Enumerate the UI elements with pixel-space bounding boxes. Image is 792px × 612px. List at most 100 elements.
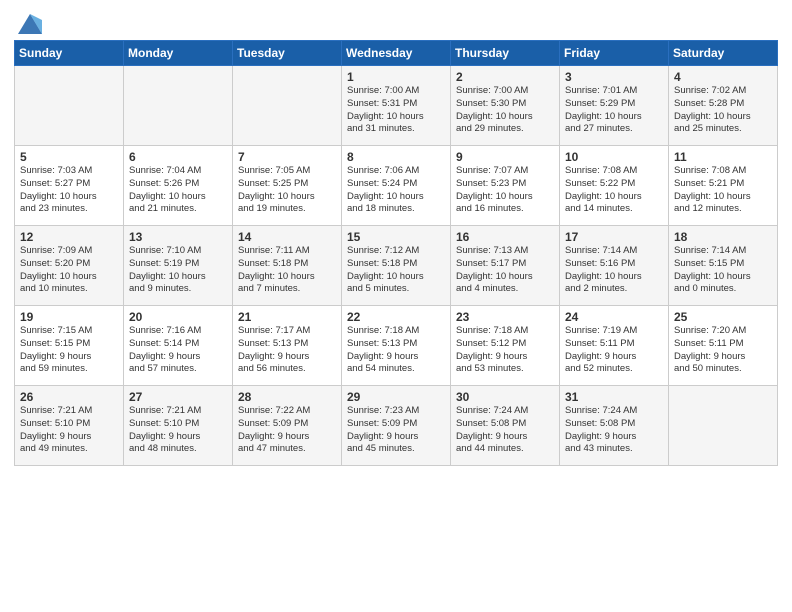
day-info: Sunrise: 7:13 AM Sunset: 5:17 PM Dayligh…	[456, 245, 554, 296]
calendar-cell: 12Sunrise: 7:09 AM Sunset: 5:20 PM Dayli…	[15, 226, 124, 306]
day-number: 12	[20, 230, 118, 244]
day-info: Sunrise: 7:20 AM Sunset: 5:11 PM Dayligh…	[674, 325, 772, 376]
calendar-cell: 28Sunrise: 7:22 AM Sunset: 5:09 PM Dayli…	[233, 386, 342, 466]
day-info: Sunrise: 7:14 AM Sunset: 5:16 PM Dayligh…	[565, 245, 663, 296]
calendar-cell: 4Sunrise: 7:02 AM Sunset: 5:28 PM Daylig…	[669, 66, 778, 146]
day-number: 15	[347, 230, 445, 244]
calendar-week-4: 26Sunrise: 7:21 AM Sunset: 5:10 PM Dayli…	[15, 386, 778, 466]
header-saturday: Saturday	[669, 41, 778, 66]
calendar-cell: 15Sunrise: 7:12 AM Sunset: 5:18 PM Dayli…	[342, 226, 451, 306]
day-info: Sunrise: 7:06 AM Sunset: 5:24 PM Dayligh…	[347, 165, 445, 216]
day-number: 11	[674, 150, 772, 164]
day-info: Sunrise: 7:19 AM Sunset: 5:11 PM Dayligh…	[565, 325, 663, 376]
calendar-cell: 25Sunrise: 7:20 AM Sunset: 5:11 PM Dayli…	[669, 306, 778, 386]
calendar-cell: 11Sunrise: 7:08 AM Sunset: 5:21 PM Dayli…	[669, 146, 778, 226]
calendar-cell: 26Sunrise: 7:21 AM Sunset: 5:10 PM Dayli…	[15, 386, 124, 466]
day-number: 5	[20, 150, 118, 164]
day-number: 7	[238, 150, 336, 164]
day-info: Sunrise: 7:17 AM Sunset: 5:13 PM Dayligh…	[238, 325, 336, 376]
calendar-cell	[233, 66, 342, 146]
header-tuesday: Tuesday	[233, 41, 342, 66]
day-info: Sunrise: 7:22 AM Sunset: 5:09 PM Dayligh…	[238, 405, 336, 456]
day-info: Sunrise: 7:16 AM Sunset: 5:14 PM Dayligh…	[129, 325, 227, 376]
day-info: Sunrise: 7:15 AM Sunset: 5:15 PM Dayligh…	[20, 325, 118, 376]
day-info: Sunrise: 7:08 AM Sunset: 5:22 PM Dayligh…	[565, 165, 663, 216]
logo	[14, 10, 44, 34]
day-number: 1	[347, 70, 445, 84]
calendar-cell: 19Sunrise: 7:15 AM Sunset: 5:15 PM Dayli…	[15, 306, 124, 386]
day-number: 24	[565, 310, 663, 324]
calendar-cell	[669, 386, 778, 466]
calendar-body: 1Sunrise: 7:00 AM Sunset: 5:31 PM Daylig…	[15, 66, 778, 466]
header-thursday: Thursday	[451, 41, 560, 66]
day-info: Sunrise: 7:10 AM Sunset: 5:19 PM Dayligh…	[129, 245, 227, 296]
day-number: 6	[129, 150, 227, 164]
calendar-cell: 23Sunrise: 7:18 AM Sunset: 5:12 PM Dayli…	[451, 306, 560, 386]
day-number: 14	[238, 230, 336, 244]
calendar-header: Sunday Monday Tuesday Wednesday Thursday…	[15, 41, 778, 66]
day-number: 9	[456, 150, 554, 164]
calendar-cell	[124, 66, 233, 146]
day-number: 28	[238, 390, 336, 404]
day-info: Sunrise: 7:07 AM Sunset: 5:23 PM Dayligh…	[456, 165, 554, 216]
day-number: 18	[674, 230, 772, 244]
calendar-cell: 29Sunrise: 7:23 AM Sunset: 5:09 PM Dayli…	[342, 386, 451, 466]
header-wednesday: Wednesday	[342, 41, 451, 66]
day-info: Sunrise: 7:08 AM Sunset: 5:21 PM Dayligh…	[674, 165, 772, 216]
day-number: 27	[129, 390, 227, 404]
calendar-cell: 27Sunrise: 7:21 AM Sunset: 5:10 PM Dayli…	[124, 386, 233, 466]
calendar-cell: 16Sunrise: 7:13 AM Sunset: 5:17 PM Dayli…	[451, 226, 560, 306]
day-info: Sunrise: 7:01 AM Sunset: 5:29 PM Dayligh…	[565, 85, 663, 136]
day-number: 25	[674, 310, 772, 324]
day-number: 22	[347, 310, 445, 324]
calendar-cell: 31Sunrise: 7:24 AM Sunset: 5:08 PM Dayli…	[560, 386, 669, 466]
calendar-cell: 7Sunrise: 7:05 AM Sunset: 5:25 PM Daylig…	[233, 146, 342, 226]
header-sunday: Sunday	[15, 41, 124, 66]
day-number: 21	[238, 310, 336, 324]
calendar-cell: 18Sunrise: 7:14 AM Sunset: 5:15 PM Dayli…	[669, 226, 778, 306]
day-info: Sunrise: 7:24 AM Sunset: 5:08 PM Dayligh…	[456, 405, 554, 456]
day-number: 16	[456, 230, 554, 244]
day-number: 26	[20, 390, 118, 404]
day-info: Sunrise: 7:21 AM Sunset: 5:10 PM Dayligh…	[20, 405, 118, 456]
day-number: 19	[20, 310, 118, 324]
calendar-cell: 3Sunrise: 7:01 AM Sunset: 5:29 PM Daylig…	[560, 66, 669, 146]
day-info: Sunrise: 7:12 AM Sunset: 5:18 PM Dayligh…	[347, 245, 445, 296]
day-number: 23	[456, 310, 554, 324]
calendar-table: Sunday Monday Tuesday Wednesday Thursday…	[14, 40, 778, 466]
day-info: Sunrise: 7:05 AM Sunset: 5:25 PM Dayligh…	[238, 165, 336, 216]
day-number: 13	[129, 230, 227, 244]
calendar-cell: 5Sunrise: 7:03 AM Sunset: 5:27 PM Daylig…	[15, 146, 124, 226]
calendar-week-3: 19Sunrise: 7:15 AM Sunset: 5:15 PM Dayli…	[15, 306, 778, 386]
calendar-cell: 9Sunrise: 7:07 AM Sunset: 5:23 PM Daylig…	[451, 146, 560, 226]
calendar-cell: 2Sunrise: 7:00 AM Sunset: 5:30 PM Daylig…	[451, 66, 560, 146]
calendar-cell: 6Sunrise: 7:04 AM Sunset: 5:26 PM Daylig…	[124, 146, 233, 226]
calendar-week-0: 1Sunrise: 7:00 AM Sunset: 5:31 PM Daylig…	[15, 66, 778, 146]
day-info: Sunrise: 7:23 AM Sunset: 5:09 PM Dayligh…	[347, 405, 445, 456]
day-number: 10	[565, 150, 663, 164]
calendar-cell: 21Sunrise: 7:17 AM Sunset: 5:13 PM Dayli…	[233, 306, 342, 386]
calendar-cell: 30Sunrise: 7:24 AM Sunset: 5:08 PM Dayli…	[451, 386, 560, 466]
day-info: Sunrise: 7:11 AM Sunset: 5:18 PM Dayligh…	[238, 245, 336, 296]
calendar-cell: 1Sunrise: 7:00 AM Sunset: 5:31 PM Daylig…	[342, 66, 451, 146]
calendar-week-1: 5Sunrise: 7:03 AM Sunset: 5:27 PM Daylig…	[15, 146, 778, 226]
day-info: Sunrise: 7:04 AM Sunset: 5:26 PM Dayligh…	[129, 165, 227, 216]
day-info: Sunrise: 7:18 AM Sunset: 5:13 PM Dayligh…	[347, 325, 445, 376]
calendar-cell: 13Sunrise: 7:10 AM Sunset: 5:19 PM Dayli…	[124, 226, 233, 306]
day-info: Sunrise: 7:09 AM Sunset: 5:20 PM Dayligh…	[20, 245, 118, 296]
day-info: Sunrise: 7:00 AM Sunset: 5:31 PM Dayligh…	[347, 85, 445, 136]
calendar-cell: 17Sunrise: 7:14 AM Sunset: 5:16 PM Dayli…	[560, 226, 669, 306]
calendar-cell: 10Sunrise: 7:08 AM Sunset: 5:22 PM Dayli…	[560, 146, 669, 226]
calendar-cell: 14Sunrise: 7:11 AM Sunset: 5:18 PM Dayli…	[233, 226, 342, 306]
day-number: 31	[565, 390, 663, 404]
day-info: Sunrise: 7:03 AM Sunset: 5:27 PM Dayligh…	[20, 165, 118, 216]
page-container: Sunday Monday Tuesday Wednesday Thursday…	[0, 0, 792, 480]
calendar-cell: 22Sunrise: 7:18 AM Sunset: 5:13 PM Dayli…	[342, 306, 451, 386]
day-info: Sunrise: 7:00 AM Sunset: 5:30 PM Dayligh…	[456, 85, 554, 136]
calendar-cell: 20Sunrise: 7:16 AM Sunset: 5:14 PM Dayli…	[124, 306, 233, 386]
calendar-cell	[15, 66, 124, 146]
header-monday: Monday	[124, 41, 233, 66]
page-header	[14, 10, 778, 34]
day-number: 4	[674, 70, 772, 84]
day-number: 8	[347, 150, 445, 164]
